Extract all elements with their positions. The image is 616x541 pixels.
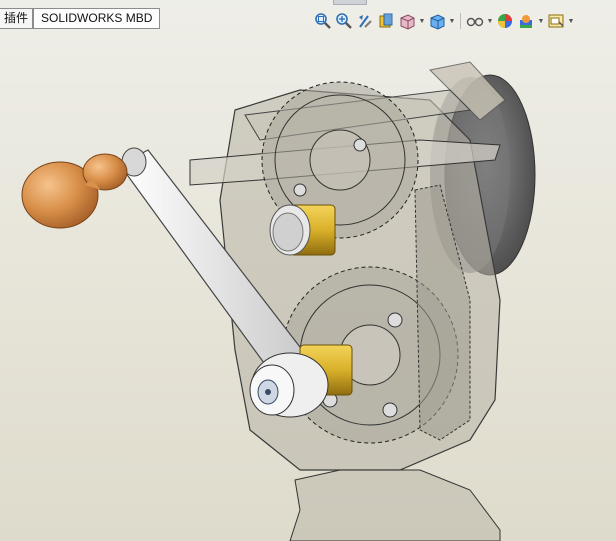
wooden-handle xyxy=(21,153,128,229)
upper-shaft xyxy=(269,204,336,256)
graphics-viewport[interactable] xyxy=(0,0,616,541)
